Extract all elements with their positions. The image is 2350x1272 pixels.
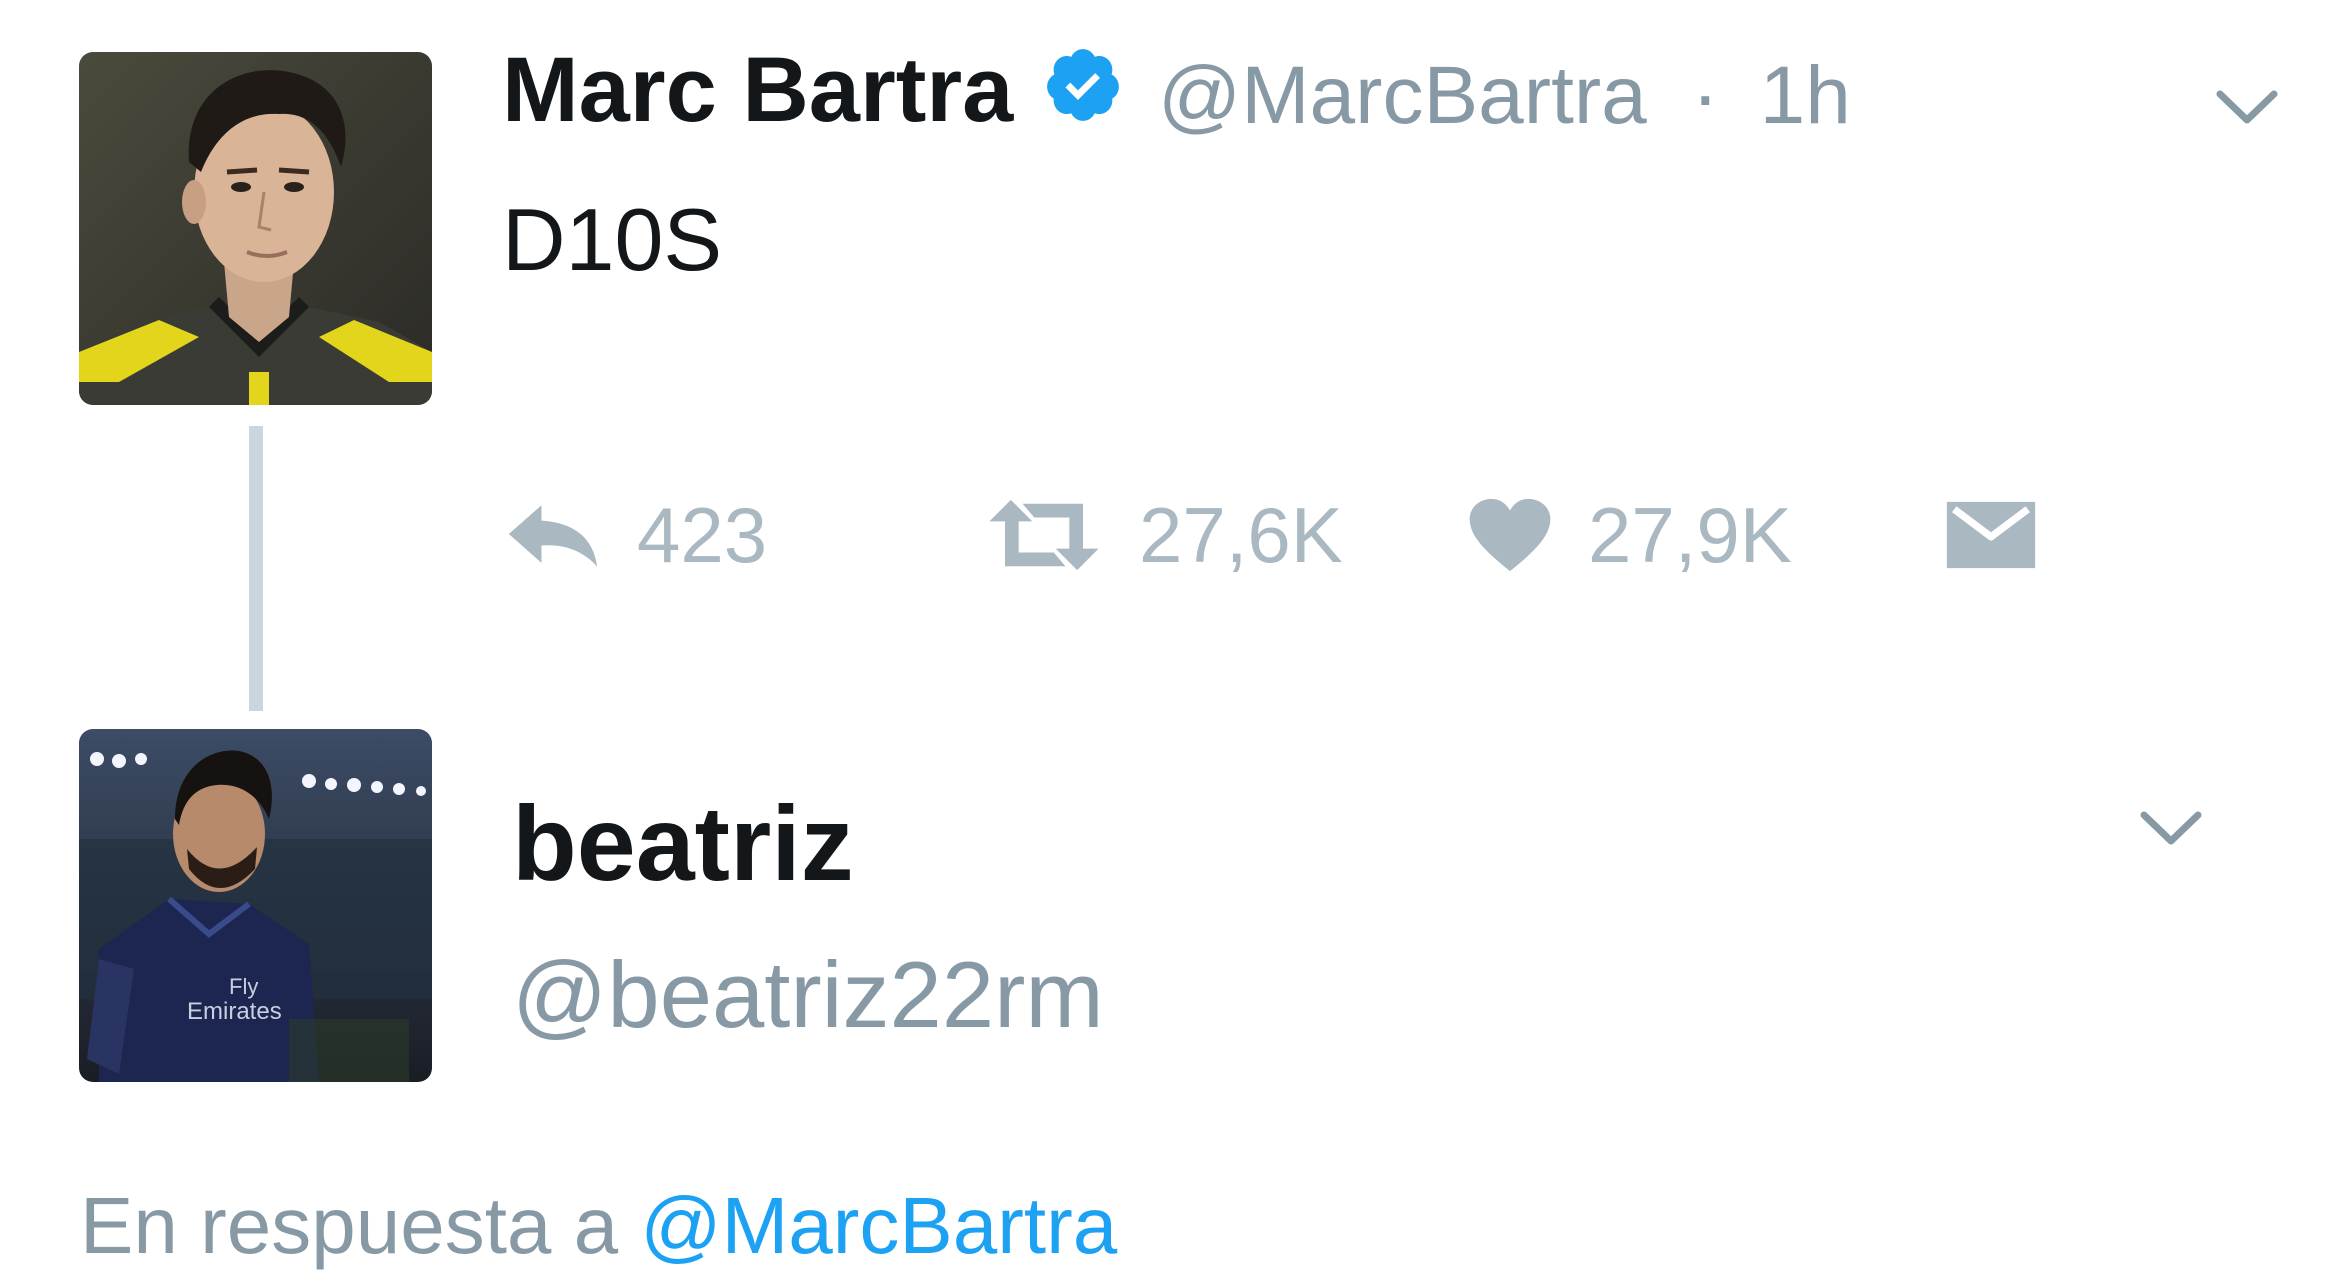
author-name[interactable]: Marc Bartra <box>502 40 1013 140</box>
svg-text:Emirates: Emirates <box>187 998 282 1025</box>
handle-text[interactable]: @MarcBartra <box>1158 50 1647 141</box>
retweet-button[interactable]: 27,6K <box>985 490 1343 580</box>
tweet-reply: Fly Emirates beatriz @beatriz22rm <box>0 711 2350 1230</box>
direct-message-button[interactable] <box>1945 490 2037 580</box>
verified-badge-icon <box>1047 49 1119 121</box>
like-count: 27,9K <box>1588 490 1792 579</box>
retweet-count: 27,6K <box>1139 490 1343 579</box>
heart-icon <box>1469 498 1551 572</box>
envelope-icon <box>1946 501 2036 569</box>
avatar-image: Fly Emirates <box>79 729 432 1082</box>
chevron-down-icon[interactable] <box>2212 82 2282 132</box>
svg-text:Fly: Fly <box>229 974 258 999</box>
reply-button[interactable]: 423 <box>505 490 767 580</box>
thread-connector <box>249 426 263 711</box>
tweet-text: D10S <box>502 190 723 289</box>
reply-context-prefix: En respuesta a <box>80 1181 619 1270</box>
reply-context-mention-link[interactable]: @MarcBartra <box>640 1181 1117 1270</box>
reply-author-name[interactable]: beatriz <box>512 784 854 904</box>
tweet-original: Marc Bartra @MarcBartra · 1h D10S 423 27… <box>0 0 2350 711</box>
like-button[interactable]: 27,9K <box>1468 490 1792 580</box>
tweet-timestamp[interactable]: 1h <box>1760 50 1851 141</box>
reply-author-handle[interactable]: @beatriz22rm <box>512 940 1104 1050</box>
meta-separator: · <box>1691 50 1719 141</box>
retweet-icon <box>989 499 1099 571</box>
author-handle[interactable]: @MarcBartra · 1h <box>1158 48 1851 144</box>
chevron-down-icon[interactable] <box>2136 803 2206 853</box>
avatar-beatriz[interactable]: Fly Emirates <box>79 729 432 1082</box>
avatar-image <box>79 52 432 405</box>
reply-context: En respuesta a @MarcBartra <box>80 1180 1117 1272</box>
reply-icon <box>508 505 598 567</box>
avatar-marc-bartra[interactable] <box>79 52 432 405</box>
reply-count: 423 <box>637 490 768 579</box>
